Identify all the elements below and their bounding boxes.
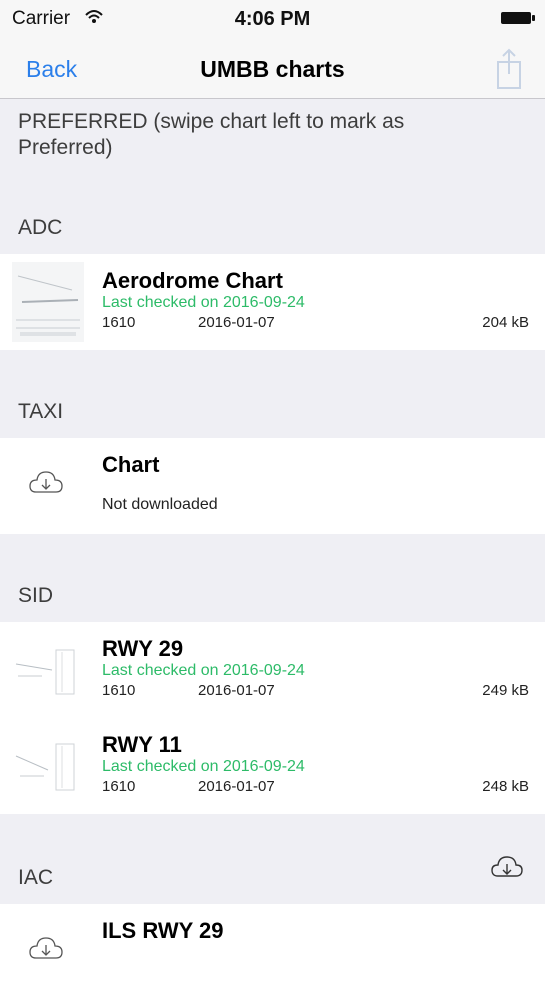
- chart-thumbnail: [12, 262, 84, 342]
- chart-row-ils-rwy-29[interactable]: ILS RWY 29: [0, 904, 545, 1000]
- chart-cycle: 1610: [102, 682, 136, 699]
- chart-row-rwy-11[interactable]: RWY 11 Last checked on 2016-09-24 1610 2…: [0, 718, 545, 814]
- clock: 4:06 PM: [234, 8, 311, 30]
- section-header-taxi: TAXI: [0, 350, 545, 438]
- chart-row-aerodrome-chart[interactable]: Aerodrome Chart Last checked on 2016-09-…: [0, 254, 545, 350]
- chart-status: Last checked on 2016-09-24: [102, 294, 305, 311]
- section-title: TAXI: [18, 400, 64, 423]
- preferred-hint: PREFERRED (swipe chart left to mark as P…: [18, 110, 405, 159]
- chart-row-taxi-chart[interactable]: Chart Not downloaded: [0, 438, 545, 534]
- section-header-iac: IAC: [0, 814, 545, 904]
- chart-title: RWY 11: [102, 732, 182, 757]
- section-title: IAC: [18, 866, 54, 889]
- navigation-bar: Back UMBB charts: [0, 40, 545, 99]
- section-title: ADC: [18, 216, 63, 239]
- chart-row-rwy-29[interactable]: RWY 29 Last checked on 2016-09-24 1610 2…: [0, 622, 545, 719]
- chart-date: 2016-01-07: [198, 778, 275, 795]
- section-title: SID: [18, 584, 54, 607]
- download-state: Not downloaded: [102, 496, 218, 513]
- cloud-download-icon[interactable]: [28, 468, 64, 498]
- chart-status: Last checked on 2016-09-24: [102, 662, 305, 679]
- chart-date: 2016-01-07: [198, 314, 275, 331]
- chart-title: Chart: [102, 452, 160, 477]
- chart-title: Aerodrome Chart: [102, 268, 283, 293]
- chart-date: 2016-01-07: [198, 682, 275, 699]
- cloud-download-all-icon[interactable]: [491, 854, 523, 882]
- chart-cycle: 1610: [102, 314, 136, 331]
- chart-thumbnail: [12, 630, 84, 710]
- page-title: UMBB charts: [200, 56, 345, 82]
- chart-size: 249 kB: [482, 682, 529, 699]
- status-bar: Carrier 4:06 PM: [0, 0, 545, 40]
- chart-status: Last checked on 2016-09-24: [102, 758, 305, 775]
- share-icon[interactable]: [493, 46, 525, 92]
- section-header-sid: SID: [0, 534, 545, 622]
- chart-thumbnail: [12, 726, 84, 806]
- preferred-section-header: PREFERRED (swipe chart left to mark as P…: [0, 99, 545, 194]
- chart-title: RWY 29: [102, 636, 184, 661]
- chart-size: 248 kB: [482, 778, 529, 795]
- section-header-adc: ADC: [0, 194, 545, 254]
- battery-icon: [501, 12, 535, 24]
- chart-title: ILS RWY 29: [102, 918, 224, 943]
- chart-cycle: 1610: [102, 778, 136, 795]
- charts-list: PREFERRED (swipe chart left to mark as P…: [0, 99, 545, 1000]
- chart-size: 204 kB: [482, 314, 529, 331]
- cloud-download-icon[interactable]: [28, 934, 64, 964]
